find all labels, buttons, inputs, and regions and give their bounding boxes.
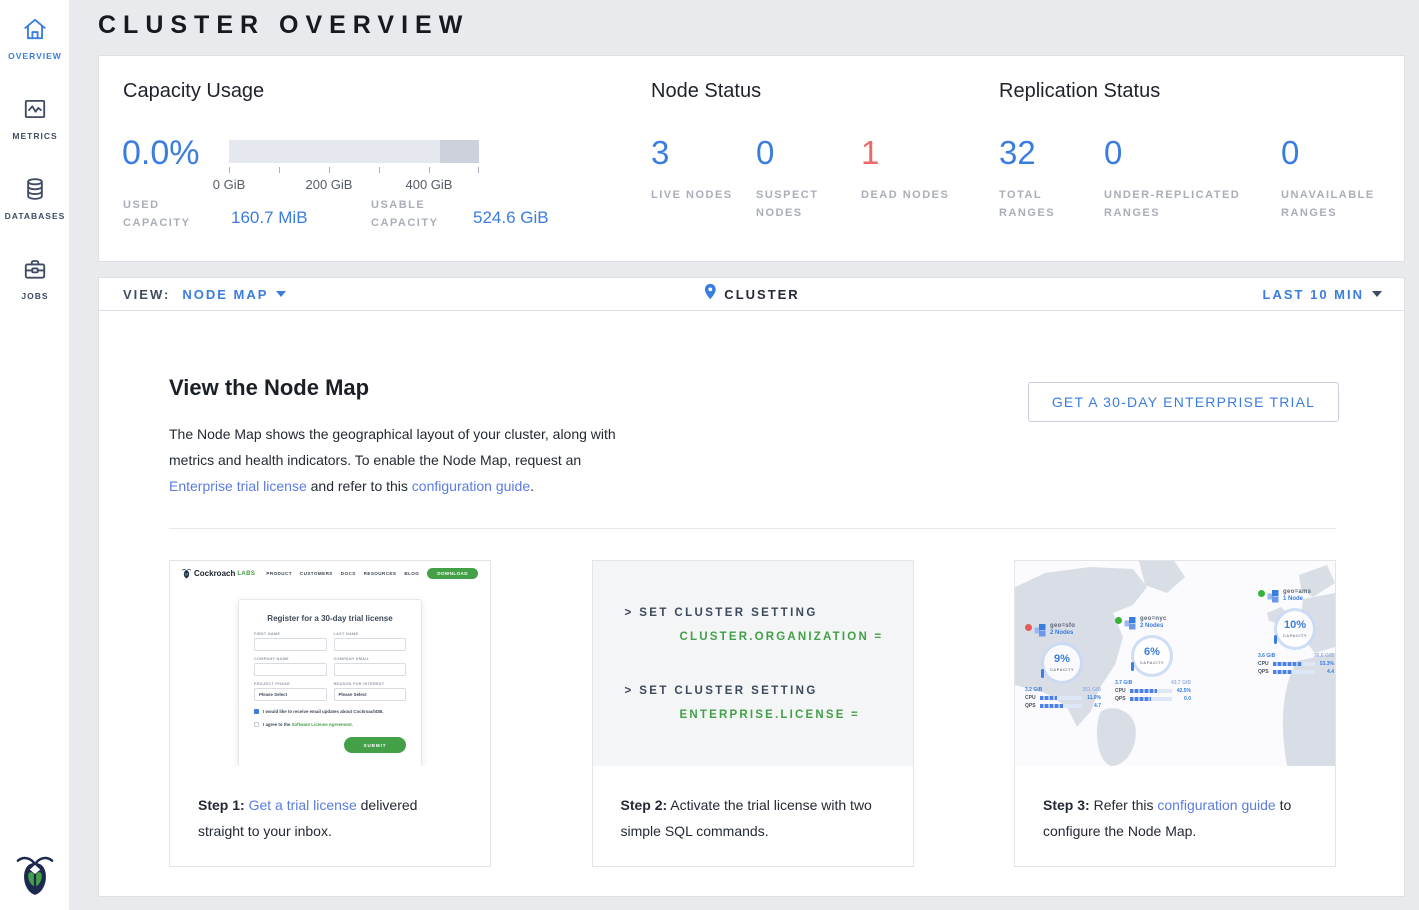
locality-label: CLUSTER bbox=[724, 287, 799, 302]
time-range-dropdown[interactable]: LAST 10 MIN bbox=[1263, 287, 1404, 302]
suspect-nodes-label: SUSPECT NODES bbox=[756, 186, 846, 222]
live-nodes-stat: 3 LIVE NODES bbox=[651, 134, 756, 222]
dead-nodes-value: 1 bbox=[861, 134, 879, 171]
sidebar-item-databases[interactable]: DATABASES bbox=[0, 176, 70, 221]
node-marker-ams: geo=ams 1 Node 10% CAPACITY 3.6 GiB 36.6… bbox=[1258, 589, 1335, 675]
mini-checkbox-checked bbox=[254, 709, 259, 714]
cluster-summary-panel: Capacity Usage 0.0% 0 GiB 200 GiB 400 Gi… bbox=[98, 55, 1405, 262]
gauge-tick-label: 400 GiB bbox=[406, 177, 453, 192]
map-pin-icon bbox=[703, 283, 716, 305]
step1-caption: Step 1: Get a trial license delivered st… bbox=[170, 766, 490, 844]
used-capacity-label: USED CAPACITY bbox=[123, 196, 218, 232]
suspect-nodes-stat: 0 SUSPECT NODES bbox=[756, 134, 861, 222]
mini-download-button: DOWNLOAD bbox=[427, 568, 478, 579]
used-capacity-value: 160.7 MiB bbox=[231, 208, 308, 228]
mini-checkbox-unchecked bbox=[254, 722, 259, 727]
sidebar-item-label: JOBS bbox=[0, 291, 70, 301]
steps-row: Cockroach LABS PRODUCT CUSTOMERS DOCS RE… bbox=[169, 560, 1336, 867]
view-bar: VIEW: NODE MAP CLUSTER LAST 10 MIN bbox=[98, 277, 1405, 311]
divider bbox=[169, 528, 1336, 529]
sidebar-item-jobs[interactable]: JOBS bbox=[0, 256, 70, 301]
locality-breadcrumb[interactable]: CLUSTER bbox=[703, 283, 799, 305]
step3-caption: Step 3: Refer this configuration guide t… bbox=[1015, 766, 1335, 844]
metrics-icon bbox=[22, 109, 48, 126]
dead-nodes-label: DEAD NODES bbox=[861, 186, 951, 204]
live-nodes-value: 3 bbox=[651, 134, 669, 171]
node-map-placeholder-panel: View the Node Map GET A 30-DAY ENTERPRIS… bbox=[98, 311, 1405, 897]
replication-status-title: Replication Status bbox=[999, 80, 1160, 103]
under-replicated-ranges-stat: 0 UNDER-REPLICATED RANGES bbox=[1104, 134, 1281, 222]
step3-node-map-preview: geo=sfo 2 Nodes 9% CAPACITY 3.2 GiB 351 … bbox=[1015, 561, 1335, 766]
total-ranges-label: TOTAL RANGES bbox=[999, 186, 1089, 222]
sidebar-item-label: DATABASES bbox=[0, 211, 70, 221]
sidebar-item-label: OVERVIEW bbox=[0, 51, 70, 61]
step1-screenshot: Cockroach LABS PRODUCT CUSTOMERS DOCS RE… bbox=[170, 561, 490, 766]
gauge-tick-label: 0 GiB bbox=[213, 177, 246, 192]
node-status-dot-green bbox=[1258, 590, 1265, 597]
chevron-down-icon bbox=[1372, 291, 1382, 297]
step2-code-block: > SET CLUSTER SETTING CLUSTER.ORGANIZATI… bbox=[593, 561, 913, 766]
view-label: VIEW: bbox=[123, 287, 170, 302]
under-replicated-ranges-value: 0 bbox=[1104, 134, 1122, 171]
dead-nodes-stat: 1 DEAD NODES bbox=[861, 134, 966, 222]
step2-caption: Step 2: Activate the trial license with … bbox=[593, 766, 913, 844]
mini-nav-item: DOCS bbox=[341, 571, 356, 576]
page-title: CLUSTER OVERVIEW bbox=[98, 11, 469, 40]
capacity-percent: 0.0% bbox=[122, 134, 200, 173]
total-ranges-stat: 32 TOTAL RANGES bbox=[999, 134, 1104, 222]
mini-registration-form: Register for a 30-day trial license FIRS… bbox=[238, 599, 422, 766]
configuration-guide-link[interactable]: configuration guide bbox=[1157, 797, 1275, 813]
unavailable-ranges-value: 0 bbox=[1281, 134, 1299, 171]
get-trial-license-link[interactable]: Get a trial license bbox=[249, 797, 357, 813]
mini-nav-item: RESOURCES bbox=[364, 571, 397, 576]
node-cube-icon bbox=[1267, 589, 1280, 603]
mini-nav-item: CUSTOMERS bbox=[300, 571, 333, 576]
node-marker-sfo: geo=sfo 2 Nodes 9% CAPACITY 3.2 GiB 351 … bbox=[1025, 623, 1105, 709]
step3-card: geo=sfo 2 Nodes 9% CAPACITY 3.2 GiB 351 … bbox=[1014, 560, 1336, 867]
step2-card: > SET CLUSTER SETTING CLUSTER.ORGANIZATI… bbox=[592, 560, 914, 867]
node-status-dot-red bbox=[1025, 624, 1032, 631]
mini-form-title: Register for a 30-day trial license bbox=[254, 614, 406, 623]
capacity-usage-title: Capacity Usage bbox=[123, 80, 264, 103]
section-intro: The Node Map shows the geographical layo… bbox=[169, 421, 627, 499]
home-icon bbox=[22, 29, 48, 46]
database-icon bbox=[22, 189, 48, 206]
node-status-dot-green bbox=[1115, 617, 1122, 624]
usable-capacity-value: 524.6 GiB bbox=[473, 208, 549, 228]
section-heading: View the Node Map bbox=[169, 375, 369, 401]
node-cube-icon bbox=[1034, 623, 1047, 637]
enterprise-trial-license-link[interactable]: Enterprise trial license bbox=[169, 478, 307, 494]
gauge-tick-label: 200 GiB bbox=[306, 177, 353, 192]
total-ranges-value: 32 bbox=[999, 134, 1036, 171]
node-cube-icon bbox=[1124, 616, 1137, 630]
sidebar-item-label: METRICS bbox=[0, 131, 70, 141]
configuration-guide-link[interactable]: configuration guide bbox=[412, 478, 530, 494]
node-status-title: Node Status bbox=[651, 80, 761, 103]
capacity-gauge: 0 GiB 200 GiB 400 GiB bbox=[229, 140, 479, 193]
unavailable-ranges-label: UNAVAILABLE RANGES bbox=[1281, 186, 1419, 222]
sidebar-item-metrics[interactable]: METRICS bbox=[0, 96, 70, 141]
usable-capacity-label: USABLE CAPACITY bbox=[371, 196, 466, 232]
under-replicated-ranges-label: UNDER-REPLICATED RANGES bbox=[1104, 186, 1254, 222]
sidebar: OVERVIEW METRICS DATABASES bbox=[0, 0, 70, 910]
suspect-nodes-value: 0 bbox=[756, 134, 774, 171]
cockroach-labs-logo: Cockroach LABS bbox=[182, 568, 255, 579]
view-selector-dropdown[interactable]: NODE MAP bbox=[182, 287, 286, 302]
unavailable-ranges-stat: 0 UNAVAILABLE RANGES bbox=[1281, 134, 1411, 222]
enterprise-trial-button[interactable]: GET A 30-DAY ENTERPRISE TRIAL bbox=[1028, 382, 1339, 422]
chevron-down-icon bbox=[276, 291, 286, 297]
node-marker-nyc: geo=nyc 2 Nodes 6% CAPACITY 3.7 GiB 43.7… bbox=[1115, 616, 1195, 702]
mini-submit-button: SUBMIT bbox=[344, 737, 406, 753]
sidebar-item-overview[interactable]: OVERVIEW bbox=[0, 16, 70, 61]
live-nodes-label: LIVE NODES bbox=[651, 186, 741, 204]
cockroachdb-logo-icon bbox=[16, 854, 54, 898]
briefcase-icon bbox=[22, 269, 48, 286]
step1-card: Cockroach LABS PRODUCT CUSTOMERS DOCS RE… bbox=[169, 560, 491, 867]
mini-nav-item: BLOG bbox=[404, 571, 419, 576]
mini-nav-item: PRODUCT bbox=[266, 571, 292, 576]
